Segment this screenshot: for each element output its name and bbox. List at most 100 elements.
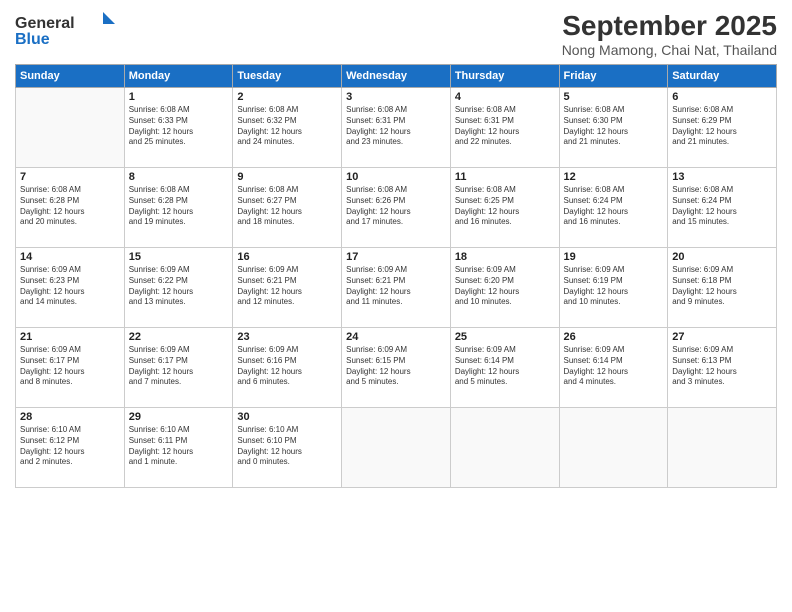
week-row-5: 28 Sunrise: 6:10 AMSunset: 6:12 PMDayligh…: [16, 408, 777, 488]
day-number: 6: [672, 91, 772, 103]
calendar-cell: 21Sunrise: 6:09 AMSunset: 6:17 PMDayligh…: [16, 328, 125, 408]
calendar-cell: 15 Sunrise: 6:09 AMSunset: 6:22 PMDayligh…: [124, 248, 233, 328]
calendar-cell: 8 Sunrise: 6:08 AMSunset: 6:28 PMDaylight…: [124, 168, 233, 248]
day-info: Sunrise: 6:10 AMSunset: 6:12 PMDaylight:…: [20, 425, 120, 468]
calendar-table: SundayMondayTuesdayWednesdayThursdayFrid…: [15, 64, 777, 488]
day-info: Sunrise: 6:09 AMSunset: 6:19 PMDaylight:…: [564, 265, 664, 308]
day-info: Sunrise: 6:09 AMSunset: 6:23 PMDaylight:…: [20, 265, 120, 308]
day-number: 18: [455, 251, 555, 263]
weekday-header-saturday: Saturday: [668, 65, 777, 88]
calendar-cell: 11 Sunrise: 6:08 AMSunset: 6:25 PMDayligh…: [450, 168, 559, 248]
calendar-cell: 17Sunrise: 6:09 AMSunset: 6:21 PMDayligh…: [342, 248, 451, 328]
day-number: 26: [564, 331, 664, 343]
month-title: September 2025: [562, 10, 777, 42]
day-number: 1: [129, 91, 229, 103]
day-info: Sunrise: 6:08 AMSunset: 6:26 PMDaylight:…: [346, 185, 446, 228]
day-info: Sunrise: 6:09 AMSunset: 6:21 PMDaylight:…: [237, 265, 337, 308]
day-number: 3: [346, 91, 446, 103]
day-info: Sunrise: 6:08 AMSunset: 6:29 PMDaylight:…: [672, 105, 772, 148]
calendar-cell: 28 Sunrise: 6:10 AMSunset: 6:12 PMDayligh…: [16, 408, 125, 488]
calendar-cell: 23Sunrise: 6:09 AMSunset: 6:16 PMDayligh…: [233, 328, 342, 408]
day-number: 14: [20, 251, 120, 263]
day-number: 25: [455, 331, 555, 343]
day-info: Sunrise: 6:08 AMSunset: 6:27 PMDaylight:…: [237, 185, 337, 228]
calendar-cell: 19 Sunrise: 6:09 AMSunset: 6:19 PMDayligh…: [559, 248, 668, 328]
calendar-cell: [342, 408, 451, 488]
calendar-cell: 27Sunrise: 6:09 AMSunset: 6:13 PMDayligh…: [668, 328, 777, 408]
day-info: Sunrise: 6:09 AMSunset: 6:20 PMDaylight:…: [455, 265, 555, 308]
calendar-cell: 16Sunrise: 6:09 AMSunset: 6:21 PMDayligh…: [233, 248, 342, 328]
day-info: Sunrise: 6:08 AMSunset: 6:28 PMDaylight:…: [20, 185, 120, 228]
day-number: 28: [20, 411, 120, 423]
calendar-cell: 10 Sunrise: 6:08 AMSunset: 6:26 PMDayligh…: [342, 168, 451, 248]
day-info: Sunrise: 6:10 AMSunset: 6:11 PMDaylight:…: [129, 425, 229, 468]
calendar-cell: 3 Sunrise: 6:08 AMSunset: 6:31 PMDaylight…: [342, 88, 451, 168]
weekday-header-tuesday: Tuesday: [233, 65, 342, 88]
weekday-header-friday: Friday: [559, 65, 668, 88]
calendar-cell: 7 Sunrise: 6:08 AMSunset: 6:28 PMDaylight…: [16, 168, 125, 248]
day-number: 13: [672, 171, 772, 183]
day-info: Sunrise: 6:08 AMSunset: 6:24 PMDaylight:…: [672, 185, 772, 228]
calendar-cell: 13 Sunrise: 6:08 AMSunset: 6:24 PMDayligh…: [668, 168, 777, 248]
day-info: Sunrise: 6:08 AMSunset: 6:25 PMDaylight:…: [455, 185, 555, 228]
day-number: 20: [672, 251, 772, 263]
calendar-cell: 6 Sunrise: 6:08 AMSunset: 6:29 PMDaylight…: [668, 88, 777, 168]
day-info: Sunrise: 6:10 AMSunset: 6:10 PMDaylight:…: [237, 425, 337, 468]
calendar-cell: 29 Sunrise: 6:10 AMSunset: 6:11 PMDayligh…: [124, 408, 233, 488]
calendar-cell: 22 Sunrise: 6:09 AMSunset: 6:17 PMDayligh…: [124, 328, 233, 408]
logo-svg: General Blue: [15, 10, 115, 48]
day-info: Sunrise: 6:08 AMSunset: 6:32 PMDaylight:…: [237, 105, 337, 148]
day-number: 27: [672, 331, 772, 343]
day-number: 7: [20, 171, 120, 183]
day-info: Sunrise: 6:08 AMSunset: 6:24 PMDaylight:…: [564, 185, 664, 228]
calendar-cell: [559, 408, 668, 488]
svg-text:Blue: Blue: [15, 31, 50, 48]
calendar-cell: 26Sunrise: 6:09 AMSunset: 6:14 PMDayligh…: [559, 328, 668, 408]
location-title: Nong Mamong, Chai Nat, Thailand: [562, 42, 777, 58]
day-number: 9: [237, 171, 337, 183]
day-info: Sunrise: 6:09 AMSunset: 6:17 PMDaylight:…: [129, 345, 229, 388]
day-number: 21: [20, 331, 120, 343]
day-number: 15: [129, 251, 229, 263]
svg-text:General: General: [15, 15, 75, 32]
day-number: 22: [129, 331, 229, 343]
day-number: 5: [564, 91, 664, 103]
day-info: Sunrise: 6:08 AMSunset: 6:33 PMDaylight:…: [129, 105, 229, 148]
logo-row: General Blue: [15, 10, 115, 48]
calendar-cell: 1 Sunrise: 6:08 AMSunset: 6:33 PMDaylight…: [124, 88, 233, 168]
day-info: Sunrise: 6:08 AMSunset: 6:31 PMDaylight:…: [346, 105, 446, 148]
calendar-cell: 5 Sunrise: 6:08 AMSunset: 6:30 PMDaylight…: [559, 88, 668, 168]
day-number: 30: [237, 411, 337, 423]
header: General Blue September 2025 Nong Mamong,…: [15, 10, 777, 58]
day-number: 11: [455, 171, 555, 183]
day-number: 19: [564, 251, 664, 263]
day-info: Sunrise: 6:09 AMSunset: 6:22 PMDaylight:…: [129, 265, 229, 308]
calendar-cell: 4 Sunrise: 6:08 AMSunset: 6:31 PMDaylight…: [450, 88, 559, 168]
calendar-cell: 12 Sunrise: 6:08 AMSunset: 6:24 PMDayligh…: [559, 168, 668, 248]
calendar-cell: 9 Sunrise: 6:08 AMSunset: 6:27 PMDaylight…: [233, 168, 342, 248]
day-number: 2: [237, 91, 337, 103]
day-info: Sunrise: 6:09 AMSunset: 6:14 PMDaylight:…: [455, 345, 555, 388]
day-info: Sunrise: 6:09 AMSunset: 6:18 PMDaylight:…: [672, 265, 772, 308]
day-info: Sunrise: 6:08 AMSunset: 6:31 PMDaylight:…: [455, 105, 555, 148]
day-number: 29: [129, 411, 229, 423]
calendar-cell: [450, 408, 559, 488]
day-number: 10: [346, 171, 446, 183]
week-row-4: 21 Sunrise: 6:09 AMSunset: 6:17 PMDayligh…: [16, 328, 777, 408]
calendar-cell: 2 Sunrise: 6:08 AMSunset: 6:32 PMDaylight…: [233, 88, 342, 168]
week-row-3: 14 Sunrise: 6:09 AMSunset: 6:23 PMDayligh…: [16, 248, 777, 328]
day-number: 12: [564, 171, 664, 183]
weekday-header-row: SundayMondayTuesdayWednesdayThursdayFrid…: [16, 65, 777, 88]
day-number: 24: [346, 331, 446, 343]
calendar-cell: 30 Sunrise: 6:10 AMSunset: 6:10 PMDayligh…: [233, 408, 342, 488]
day-number: 8: [129, 171, 229, 183]
page: General Blue September 2025 Nong Mamong,…: [0, 0, 792, 612]
day-info: Sunrise: 6:08 AMSunset: 6:28 PMDaylight:…: [129, 185, 229, 228]
day-number: 4: [455, 91, 555, 103]
day-info: Sunrise: 6:09 AMSunset: 6:15 PMDaylight:…: [346, 345, 446, 388]
calendar-cell: 18 Sunrise: 6:09 AMSunset: 6:20 PMDayligh…: [450, 248, 559, 328]
day-info: Sunrise: 6:08 AMSunset: 6:30 PMDaylight:…: [564, 105, 664, 148]
weekday-header-monday: Monday: [124, 65, 233, 88]
calendar-cell: 14 Sunrise: 6:09 AMSunset: 6:23 PMDayligh…: [16, 248, 125, 328]
day-number: 17: [346, 251, 446, 263]
